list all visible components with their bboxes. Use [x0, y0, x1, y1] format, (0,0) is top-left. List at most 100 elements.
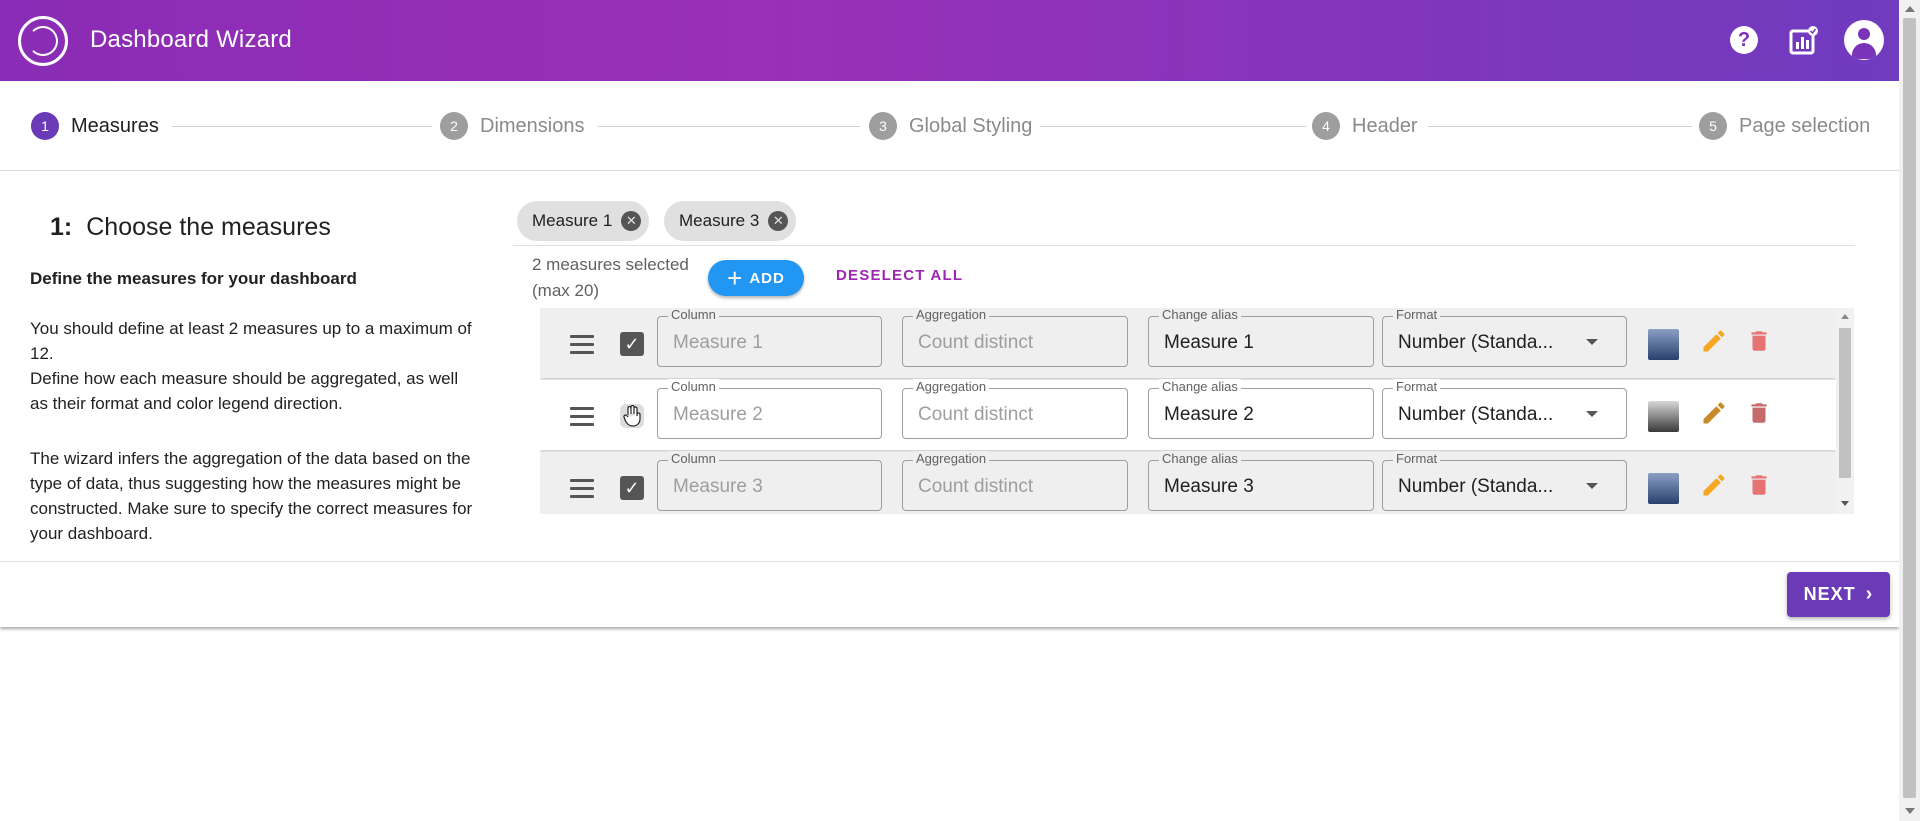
delete-icon[interactable]: [1746, 398, 1772, 428]
selection-max-text: (max 20): [532, 281, 600, 300]
field-label: Format: [1393, 451, 1441, 467]
section-title: 1: Choose the measures: [50, 213, 331, 242]
alias-value: Measure 1: [1164, 332, 1254, 353]
step-measures[interactable]: 1 Measures: [31, 111, 159, 141]
format-select[interactable]: Format Number (Standa...: [1382, 451, 1627, 511]
step-global-styling[interactable]: 3 Global Styling: [869, 111, 1032, 141]
scroll-up-icon[interactable]: [1841, 314, 1849, 319]
plus-icon: +: [727, 263, 744, 293]
aggregation-field: Aggregation Count distinct: [902, 379, 1128, 439]
add-label: ADD: [749, 269, 785, 287]
alias-input[interactable]: Change alias Measure 3: [1148, 451, 1374, 511]
scroll-up-icon[interactable]: [1905, 6, 1915, 12]
field-label: Column: [668, 379, 719, 395]
step-label: Header: [1352, 114, 1418, 137]
step-dimensions[interactable]: 2 Dimensions: [440, 111, 584, 141]
section-title-text: Choose the measures: [86, 213, 331, 241]
column-value: Measure 3: [673, 476, 763, 497]
color-legend-swatch[interactable]: [1648, 329, 1679, 360]
alias-input[interactable]: Change alias Measure 2: [1148, 379, 1374, 439]
account-icon[interactable]: [1844, 20, 1884, 60]
step-number: 2: [440, 112, 468, 140]
page-scrollbar[interactable]: [1899, 0, 1920, 821]
app-bar: Dashboard Wizard ?: [0, 0, 1899, 81]
chip-label: Measure 3: [679, 211, 760, 230]
measure-row: Column Measure 2 Aggregation Count disti…: [540, 379, 1836, 450]
column-value: Measure 1: [673, 332, 763, 353]
scroll-thumb[interactable]: [1839, 328, 1851, 478]
divider: [0, 170, 1899, 171]
edit-icon[interactable]: [1700, 326, 1728, 356]
format-value: Number (Standa...: [1398, 476, 1554, 497]
step-number: 5: [1699, 112, 1727, 140]
field-label: Change alias: [1159, 308, 1241, 323]
help-icon[interactable]: ?: [1726, 22, 1762, 58]
chip-measure-1[interactable]: Measure 1 ✕: [517, 201, 650, 241]
scroll-down-icon[interactable]: [1905, 808, 1915, 814]
drag-handle-icon[interactable]: [570, 335, 594, 354]
column-field: Column Measure 1: [657, 308, 882, 367]
alias-value: Measure 3: [1164, 476, 1254, 497]
step-label: Global Styling: [909, 114, 1033, 137]
drag-handle-icon[interactable]: [570, 407, 594, 426]
delete-icon[interactable]: [1746, 326, 1772, 356]
dropdown-arrow-icon: [1586, 339, 1598, 345]
format-value: Number (Standa...: [1398, 404, 1554, 425]
divider: [0, 561, 1899, 562]
field-label: Aggregation: [913, 451, 990, 467]
deselect-all-button[interactable]: DESELECT ALL: [836, 267, 963, 284]
field-label: Column: [668, 451, 719, 467]
step-header[interactable]: 4 Header: [1312, 111, 1418, 141]
stepper-connector: [172, 126, 432, 127]
section-number: 1:: [50, 213, 73, 241]
column-field: Column Measure 2: [657, 379, 882, 439]
scroll-down-icon[interactable]: [1841, 501, 1849, 506]
stepper-connector: [598, 126, 860, 127]
step-label: Dimensions: [480, 114, 585, 137]
aggregation-value: Count distinct: [918, 404, 1034, 425]
aggregation-value: Count distinct: [918, 476, 1034, 497]
add-measure-button[interactable]: + ADD: [708, 260, 804, 296]
step-number: 3: [869, 112, 897, 140]
next-button[interactable]: NEXT ›: [1787, 572, 1890, 617]
delete-icon[interactable]: [1746, 470, 1772, 500]
aggregation-field: Aggregation Count distinct: [902, 308, 1128, 367]
chip-remove-icon[interactable]: ✕: [768, 211, 789, 231]
measure-checkbox[interactable]: ✓: [620, 332, 644, 356]
field-label: Column: [668, 308, 719, 323]
field-label: Change alias: [1159, 451, 1241, 467]
color-legend-swatch[interactable]: [1648, 401, 1679, 432]
edit-icon[interactable]: [1700, 470, 1728, 500]
drag-handle-icon[interactable]: [570, 479, 594, 498]
field-label: Format: [1393, 379, 1441, 395]
format-select[interactable]: Format Number (Standa...: [1382, 379, 1627, 439]
column-field: Column Measure 3: [657, 451, 882, 511]
step-label: Page selection: [1739, 114, 1871, 137]
measure-row: ✓ Column Measure 3 Aggregation Count dis…: [540, 451, 1836, 514]
measure-list-scrollbar[interactable]: [1836, 308, 1854, 514]
next-label: NEXT: [1803, 584, 1856, 604]
step-number: 1: [31, 112, 59, 140]
measure-checkbox[interactable]: [620, 404, 644, 428]
chevron-right-icon: ›: [1865, 583, 1874, 605]
section-subtitle: Define the measures for your dashboard: [30, 269, 357, 288]
measure-checkbox[interactable]: ✓: [620, 476, 644, 500]
aggregation-field: Aggregation Count distinct: [902, 451, 1128, 511]
chart-check-icon[interactable]: [1786, 22, 1822, 58]
chip-remove-icon[interactable]: ✕: [621, 211, 642, 231]
chip-measure-3[interactable]: Measure 3 ✕: [664, 201, 797, 241]
edit-icon[interactable]: [1700, 398, 1728, 428]
scroll-thumb[interactable]: [1903, 18, 1916, 798]
stepper: 1 Measures 2 Dimensions 3 Global Styling…: [0, 81, 1899, 171]
alias-input[interactable]: Change alias Measure 1: [1148, 308, 1374, 367]
color-legend-swatch[interactable]: [1648, 473, 1679, 504]
step-page-selection[interactable]: 5 Page selection: [1699, 111, 1870, 141]
app-logo-icon: [18, 16, 68, 66]
instructions-paragraph: You should define at least 2 measures up…: [30, 319, 472, 413]
field-label: Aggregation: [913, 308, 990, 323]
dropdown-arrow-icon: [1586, 483, 1598, 489]
format-select[interactable]: Format Number (Standa...: [1382, 308, 1627, 367]
field-label: Aggregation: [913, 379, 990, 395]
stepper-connector: [1040, 126, 1306, 127]
aggregation-value: Count distinct: [918, 332, 1034, 353]
